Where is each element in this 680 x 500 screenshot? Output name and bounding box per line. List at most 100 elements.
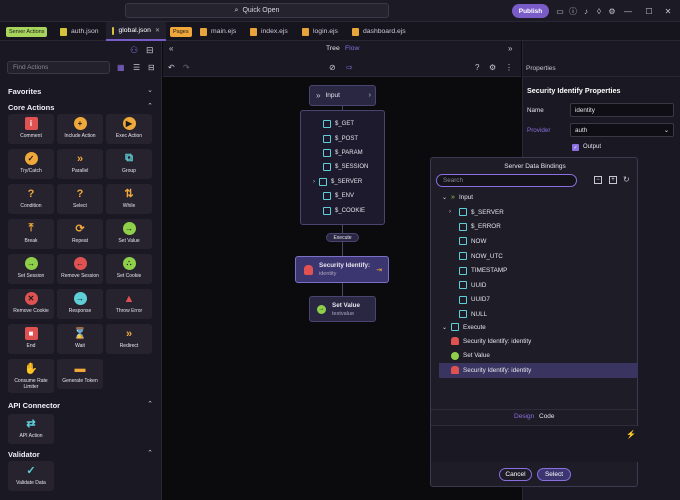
input-variable-item[interactable]: $_POST xyxy=(301,131,384,145)
action-tile-try-catch[interactable]: ✓ Try/Catch xyxy=(8,149,54,179)
bell-icon[interactable]: ♪ xyxy=(580,4,592,18)
name-input[interactable]: identity xyxy=(570,103,674,117)
cancel-button[interactable]: Cancel xyxy=(499,468,532,481)
input-variable-item[interactable]: $_SESSION xyxy=(301,160,384,174)
tree-icon[interactable]: ⚇ xyxy=(130,45,138,56)
tab-index-ejs[interactable]: index.ejs xyxy=(244,22,294,41)
collapse-left-icon[interactable]: « xyxy=(169,44,173,53)
collapse-icon[interactable]: − xyxy=(594,176,602,184)
action-tile-generate-token[interactable]: ▬ Generate Token xyxy=(57,359,103,389)
input-variable-item[interactable]: $_ENV xyxy=(301,189,384,203)
tab-auth-json[interactable]: auth.json xyxy=(54,22,105,41)
binding-item[interactable]: TIMESTAMP xyxy=(449,263,507,278)
binding-item[interactable]: NOW xyxy=(449,234,486,249)
properties-tab[interactable]: Properties xyxy=(526,65,556,72)
action-tile-redirect[interactable]: » Redirect xyxy=(106,324,152,354)
collapse-right-icon[interactable]: » xyxy=(508,44,512,53)
input-variables-node[interactable]: $_GET $_POST $_PARAM $_SESSION › $_SERVER $_EN… xyxy=(300,110,385,225)
tree-node-execute[interactable]: ⌄ Execute xyxy=(442,320,486,335)
settings-icon[interactable]: ⚙ xyxy=(489,63,496,72)
action-tile-comment[interactable]: i Comment xyxy=(8,114,54,144)
favorites-header[interactable]: Favorites xyxy=(8,86,41,96)
help-icon[interactable]: ? xyxy=(475,63,479,72)
action-tile-parallel[interactable]: » Parallel xyxy=(57,149,103,179)
run-icon[interactable]: ⇨ xyxy=(346,63,353,72)
provider-select[interactable]: auth ⌄ xyxy=(570,123,674,137)
tab-main-ejs[interactable]: main.ejs xyxy=(194,22,242,41)
disable-icon[interactable]: ⊘ xyxy=(329,63,336,72)
core-actions-header[interactable]: Core Actions xyxy=(8,102,54,112)
input-variable-item[interactable]: $_COOKIE xyxy=(301,203,384,217)
action-tile-remove-cookie[interactable]: ✕ Remove Cookie xyxy=(8,289,54,319)
binding-item[interactable]: Set Value xyxy=(439,349,638,364)
chevron-up-icon[interactable]: ⌃ xyxy=(147,102,153,110)
minimize-icon[interactable]: — xyxy=(622,4,634,18)
set-value-node[interactable]: → Set Value testvalue xyxy=(309,296,376,322)
chevron-right-icon[interactable]: › xyxy=(313,179,315,185)
action-tile-while[interactable]: ⇅ While xyxy=(106,184,152,214)
grid-view-icon[interactable]: ▦ xyxy=(117,63,125,72)
security-identify-node[interactable]: Security Identify: identity ⇥ xyxy=(295,256,389,283)
redo-icon[interactable]: ↷ xyxy=(183,63,190,72)
action-tile-set-cookie[interactable]: ∴ Set Cookie xyxy=(106,254,152,284)
binding-item[interactable]: UUID7 xyxy=(449,293,490,308)
input-node[interactable]: » Input › xyxy=(309,85,376,106)
action-tile-include-action[interactable]: + Include Action xyxy=(57,114,103,144)
action-tile-end[interactable]: ■ End xyxy=(8,324,54,354)
tree-toggle[interactable]: Tree xyxy=(326,45,340,52)
expand-icon[interactable]: + xyxy=(609,176,617,184)
action-tile-response[interactable]: → Response xyxy=(57,289,103,319)
action-tile-remove-session[interactable]: ← Remove Session xyxy=(57,254,103,284)
input-variable-item[interactable]: $_PARAM xyxy=(301,146,384,160)
tab-dashboard-ejs[interactable]: dashboard.ejs xyxy=(346,22,412,41)
list-view-icon[interactable]: ☰ xyxy=(133,63,140,72)
action-tile-set-session[interactable]: → Set Session xyxy=(8,254,54,284)
search-input[interactable]: Search xyxy=(436,174,577,187)
close-icon[interactable]: ✕ xyxy=(662,4,674,18)
action-tile-consume-rate-limiter[interactable]: ✋ Consume Rate Limiter xyxy=(8,359,54,393)
info-icon[interactable]: ⓘ xyxy=(567,4,579,18)
input-variable-item[interactable]: $_GET xyxy=(301,117,384,131)
drop-icon[interactable]: ◊ xyxy=(593,4,605,18)
more-icon[interactable]: ⋮ xyxy=(505,63,513,72)
action-tile-group[interactable]: ⧉ Group xyxy=(106,149,152,179)
action-tile-api-action[interactable]: ⇄ API Action xyxy=(8,414,54,444)
tree-node-input[interactable]: ⌄ » Input xyxy=(442,190,473,205)
action-tile-validate-data[interactable]: ✓ Validate Data xyxy=(8,461,54,491)
binding-item[interactable]: $_ERROR xyxy=(449,220,501,235)
select-button[interactable]: Select xyxy=(537,468,571,481)
action-tile-repeat[interactable]: ⟳ Repeat xyxy=(57,219,103,249)
action-tile-condition[interactable]: ? Condition xyxy=(8,184,54,214)
design-tab[interactable]: Design xyxy=(514,413,534,420)
quick-open-button[interactable]: ⌕ Quick Open xyxy=(125,3,389,18)
find-actions-input[interactable]: Find Actions xyxy=(7,61,110,74)
magic-wand-icon[interactable]: ⚡ xyxy=(626,430,636,439)
action-tile-wait[interactable]: ⌛ Wait xyxy=(57,324,103,354)
expression-editor[interactable] xyxy=(431,426,639,462)
binding-item[interactable]: › $_SERVER xyxy=(449,205,504,220)
validator-header[interactable]: Validator xyxy=(8,449,40,459)
gear-icon[interactable]: ⚙ xyxy=(606,4,618,18)
flow-toggle[interactable]: Flow xyxy=(345,45,359,52)
action-tile-select[interactable]: ? Select xyxy=(57,184,103,214)
binding-item[interactable]: Security Identify: identity xyxy=(439,363,638,378)
action-tile-set-value[interactable]: → Set Value xyxy=(106,219,152,249)
binding-item[interactable]: Security Identify: identity xyxy=(439,334,638,349)
chevron-up-icon[interactable]: ⌃ xyxy=(147,400,153,408)
robot-icon[interactable]: ⊟ xyxy=(146,45,154,56)
collapse-all-icon[interactable]: ⊟ xyxy=(148,63,155,72)
binding-item[interactable]: UUID xyxy=(449,278,486,293)
publish-button[interactable]: Publish xyxy=(512,4,549,18)
tab-login-ejs[interactable]: login.ejs xyxy=(296,22,344,41)
undo-icon[interactable]: ↶ xyxy=(168,63,175,72)
output-checkbox[interactable]: ✓ xyxy=(572,144,579,151)
maximize-icon[interactable]: ☐ xyxy=(643,4,655,18)
binding-item[interactable]: NOW_UTC xyxy=(449,249,503,264)
tab-global-json[interactable]: global.json ✕ xyxy=(106,22,166,41)
api-connector-header[interactable]: API Connector xyxy=(8,400,60,410)
action-tile-throw-error[interactable]: ▲ Throw Error xyxy=(106,289,152,319)
close-tab-icon[interactable]: ✕ xyxy=(155,27,160,34)
action-tile-break[interactable]: ⤒ Break xyxy=(8,219,54,249)
chevron-up-icon[interactable]: ⌃ xyxy=(147,449,153,457)
refresh-icon[interactable]: ↻ xyxy=(623,175,630,184)
